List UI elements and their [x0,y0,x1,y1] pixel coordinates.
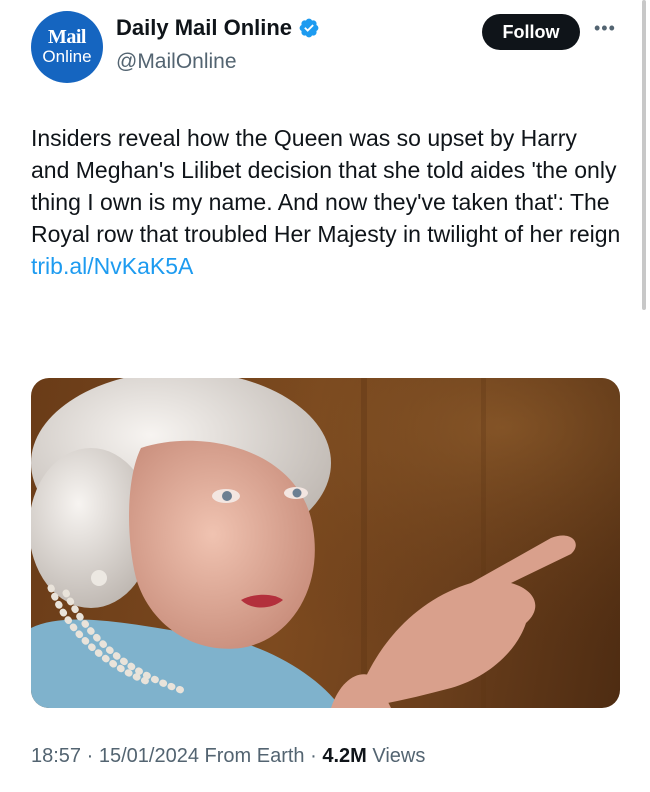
tweet-meta: 18:57 · 15/01/2024 From Earth · 4.2M Vie… [31,745,425,768]
author-handle[interactable]: @MailOnline [116,50,237,74]
follow-button[interactable]: Follow [482,14,580,50]
author-display-name[interactable]: Daily Mail Online [116,15,292,41]
more-horizontal-icon[interactable]: ••• [594,18,616,39]
meta-separator: · [86,745,99,767]
tweet-source: From Earth [204,745,305,767]
views-label: Views [372,745,426,767]
tweet-body: Insiders reveal how the Queen was so ups… [31,125,621,247]
tweet-date[interactable]: 15/01/2024 [99,745,199,767]
tweet-image[interactable] [31,378,620,708]
verified-badge-icon [299,18,319,38]
scrollbar[interactable] [642,0,646,310]
avatar[interactable]: Mail Online [31,11,103,83]
views-count: 4.2M [322,745,367,767]
avatar-logo-line1: Mail [48,26,87,48]
tweet-text: Insiders reveal how the Queen was so ups… [31,122,621,282]
portrait-photo [31,378,620,708]
author-name-row[interactable]: Daily Mail Online [116,15,320,41]
tweet-time[interactable]: 18:57 [31,745,81,767]
meta-separator: · [310,745,323,767]
avatar-logo-line2: Online [42,47,92,66]
tweet-link[interactable]: trib.al/NvKaK5A [31,250,621,282]
tweet: Mail Online Daily Mail Online @MailOnlin… [0,0,650,792]
